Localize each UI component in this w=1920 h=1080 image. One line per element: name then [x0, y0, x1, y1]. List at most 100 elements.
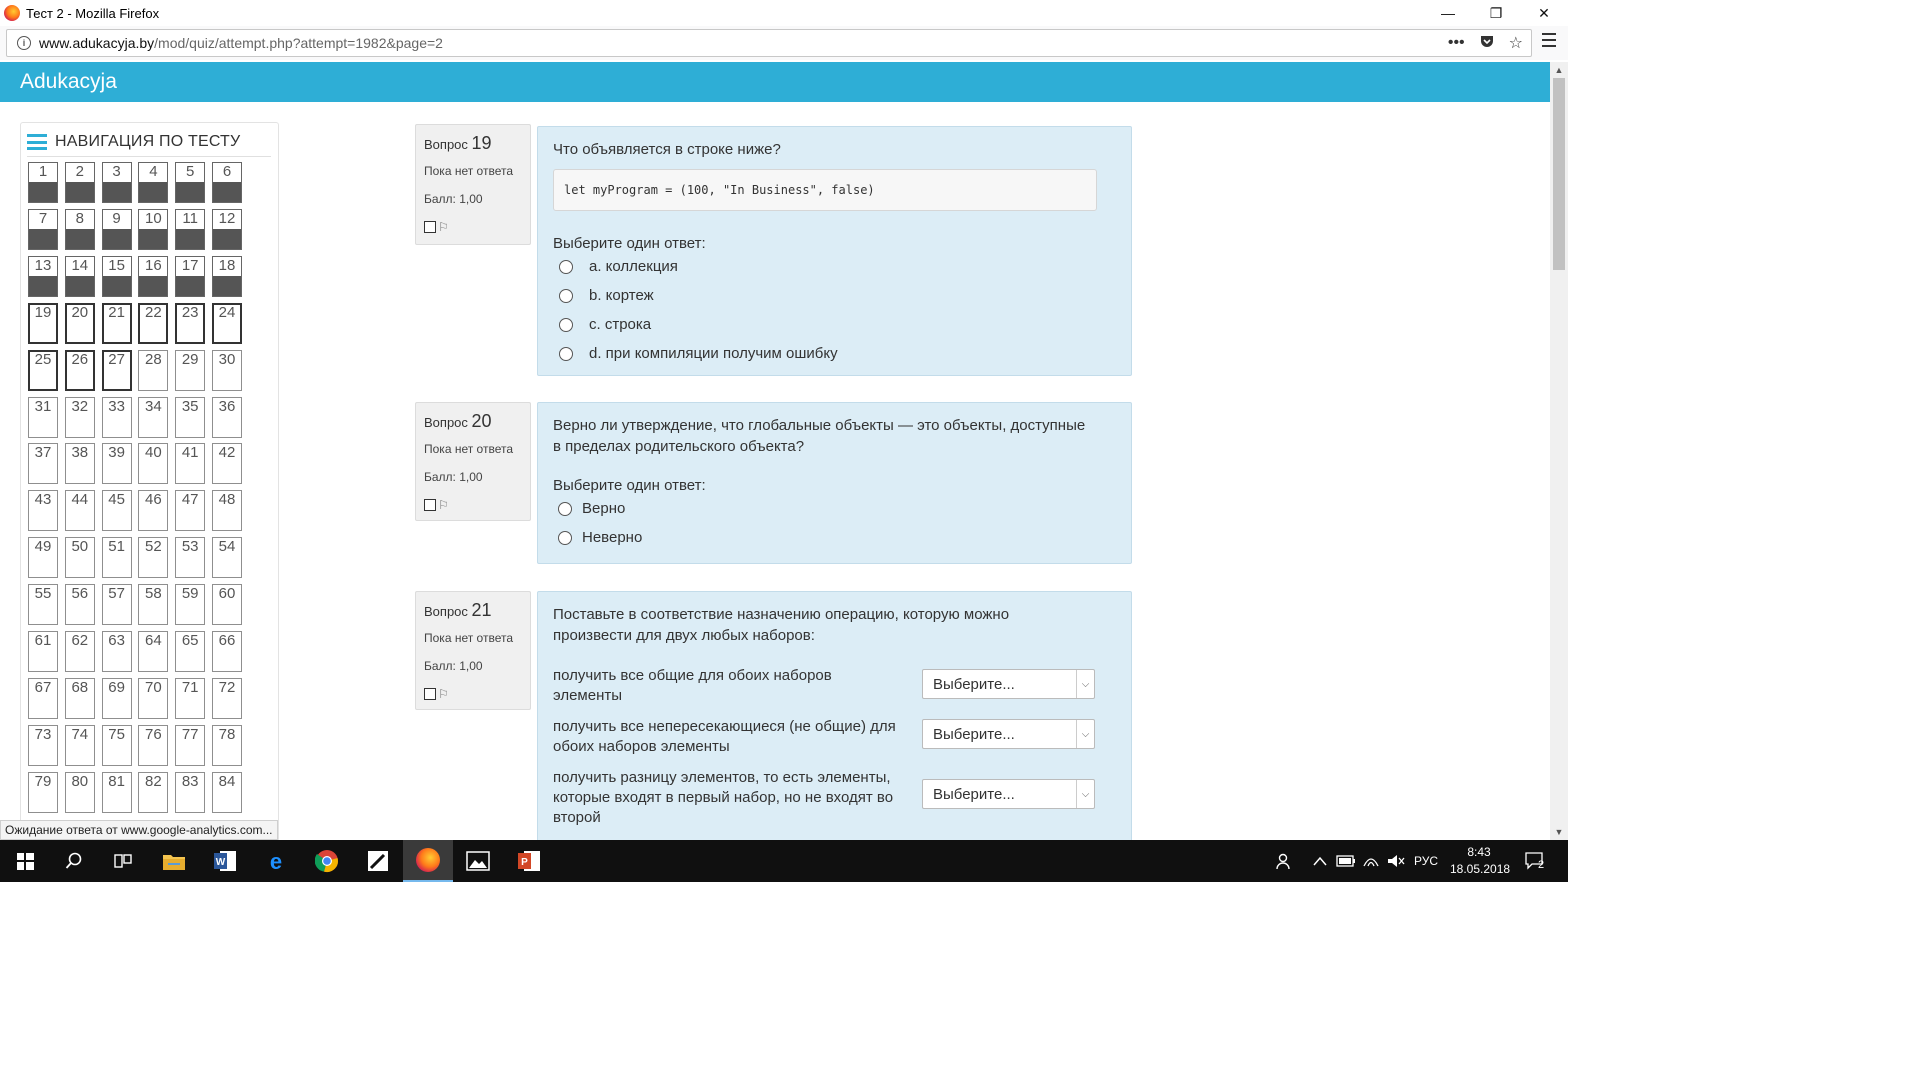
radio-button[interactable] [559, 288, 573, 303]
scrollbar-thumb[interactable] [1553, 78, 1565, 270]
question-nav-button[interactable]: 76 [138, 724, 169, 766]
pocket-icon[interactable] [1479, 33, 1495, 54]
notes-app-button[interactable] [353, 840, 403, 882]
question-nav-button[interactable]: 22 [138, 302, 169, 344]
url-bar[interactable]: i www.adukacyja.by/mod/quiz/attempt.php?… [6, 29, 1532, 57]
question-nav-button[interactable]: 28 [138, 349, 169, 391]
question-nav-button[interactable]: 46 [138, 490, 169, 532]
question-nav-button[interactable]: 6 [212, 162, 242, 203]
question-nav-button[interactable]: 34 [138, 396, 169, 438]
question-nav-button[interactable]: 70 [138, 677, 169, 719]
flag-checkbox[interactable] [424, 688, 436, 700]
file-explorer-button[interactable] [149, 840, 199, 882]
question-nav-button[interactable]: 5 [175, 162, 206, 203]
search-button[interactable] [49, 840, 99, 882]
chevron-up-icon[interactable] [1313, 840, 1327, 882]
question-nav-button[interactable]: 37 [28, 443, 58, 485]
people-icon[interactable] [1276, 840, 1294, 882]
question-nav-button[interactable]: 18 [212, 255, 242, 297]
question-nav-button[interactable]: 57 [101, 584, 132, 626]
minimize-button[interactable]: — [1424, 0, 1472, 26]
question-nav-button[interactable]: 26 [64, 349, 95, 391]
firefox-taskbar-button[interactable] [403, 840, 453, 882]
question-nav-button[interactable]: 13 [28, 255, 58, 297]
scroll-up-icon[interactable]: ▲ [1550, 62, 1568, 78]
question-nav-button[interactable]: 39 [101, 443, 132, 485]
question-nav-button[interactable]: 82 [138, 771, 169, 813]
question-nav-button[interactable]: 84 [212, 771, 242, 813]
question-nav-button[interactable]: 20 [64, 302, 95, 344]
start-button[interactable] [0, 840, 50, 882]
question-nav-button[interactable]: 24 [212, 302, 242, 344]
question-nav-button[interactable]: 68 [64, 677, 95, 719]
question-nav-button[interactable]: 74 [64, 724, 95, 766]
question-nav-button[interactable]: 67 [28, 677, 58, 719]
question-nav-button[interactable]: 53 [175, 537, 206, 579]
question-nav-button[interactable]: 23 [175, 302, 206, 344]
question-nav-button[interactable]: 83 [175, 771, 206, 813]
question-nav-button[interactable]: 79 [28, 771, 58, 813]
question-nav-button[interactable]: 51 [101, 537, 132, 579]
question-nav-button[interactable]: 25 [28, 349, 58, 391]
question-nav-button[interactable]: 8 [64, 208, 95, 250]
question-nav-button[interactable]: 42 [212, 443, 242, 485]
question-nav-button[interactable]: 4 [138, 162, 169, 203]
url-text[interactable]: www.adukacyja.by/mod/quiz/attempt.php?at… [39, 35, 443, 51]
question-nav-button[interactable]: 44 [64, 490, 95, 532]
question-nav-button[interactable]: 32 [64, 396, 95, 438]
browser-menu-icon[interactable] [1542, 33, 1556, 47]
question-nav-button[interactable]: 31 [28, 396, 58, 438]
question-nav-button[interactable]: 58 [138, 584, 169, 626]
question-nav-button[interactable]: 75 [101, 724, 132, 766]
chrome-button[interactable] [302, 840, 352, 882]
question-nav-button[interactable]: 9 [101, 208, 132, 250]
question-nav-button[interactable]: 19 [28, 302, 58, 344]
question-nav-button[interactable]: 48 [212, 490, 242, 532]
question-nav-button[interactable]: 52 [138, 537, 169, 579]
question-nav-button[interactable]: 81 [101, 771, 132, 813]
question-nav-button[interactable]: 7 [28, 208, 58, 250]
chevron-down-icon[interactable]: ⌵ [1076, 720, 1094, 748]
match-select[interactable]: Выберите... ⌵ [922, 669, 1095, 699]
question-nav-button[interactable]: 21 [101, 302, 132, 344]
question-nav-button[interactable]: 64 [138, 631, 169, 672]
question-nav-button[interactable]: 1 [28, 162, 58, 203]
question-nav-button[interactable]: 49 [28, 537, 58, 579]
restore-button[interactable]: ❐ [1472, 0, 1520, 26]
question-nav-button[interactable]: 50 [64, 537, 95, 579]
question-nav-button[interactable]: 72 [212, 677, 242, 719]
page-scrollbar[interactable]: ▲ ▼ [1550, 62, 1568, 840]
task-view-button[interactable] [98, 840, 148, 882]
scroll-down-icon[interactable]: ▼ [1550, 824, 1568, 840]
flag-checkbox[interactable] [424, 499, 436, 511]
flag-icon[interactable]: ⚐ [438, 498, 449, 512]
chevron-down-icon[interactable]: ⌵ [1076, 670, 1094, 698]
answer-option[interactable]: c. строка [553, 310, 1116, 339]
flag-icon[interactable]: ⚐ [438, 687, 449, 701]
site-info-icon[interactable]: i [17, 36, 31, 50]
question-nav-button[interactable]: 65 [175, 631, 206, 672]
radio-button[interactable] [558, 501, 572, 516]
flag-checkbox[interactable] [424, 221, 436, 233]
question-nav-button[interactable]: 77 [175, 724, 206, 766]
question-nav-button[interactable]: 80 [64, 771, 95, 813]
question-nav-button[interactable]: 17 [175, 255, 206, 297]
taskbar-clock[interactable]: 8:43 18.05.2018 [1450, 844, 1510, 878]
question-nav-button[interactable]: 30 [212, 349, 242, 391]
question-nav-button[interactable]: 27 [101, 349, 132, 391]
match-select[interactable]: Выберите... ⌵ [922, 779, 1095, 809]
question-nav-button[interactable]: 3 [101, 162, 132, 203]
language-indicator[interactable]: РУС [1414, 840, 1438, 882]
question-nav-button[interactable]: 47 [175, 490, 206, 532]
question-nav-button[interactable]: 66 [212, 631, 242, 672]
chevron-down-icon[interactable]: ⌵ [1076, 780, 1094, 808]
radio-button[interactable] [559, 259, 573, 274]
question-nav-button[interactable]: 62 [64, 631, 95, 672]
close-button[interactable]: ✕ [1520, 0, 1568, 26]
radio-button[interactable] [559, 317, 573, 332]
question-nav-button[interactable]: 73 [28, 724, 58, 766]
question-nav-button[interactable]: 60 [212, 584, 242, 626]
question-nav-button[interactable]: 36 [212, 396, 242, 438]
match-select[interactable]: Выберите... ⌵ [922, 719, 1095, 749]
volume-muted-icon[interactable] [1387, 840, 1405, 882]
